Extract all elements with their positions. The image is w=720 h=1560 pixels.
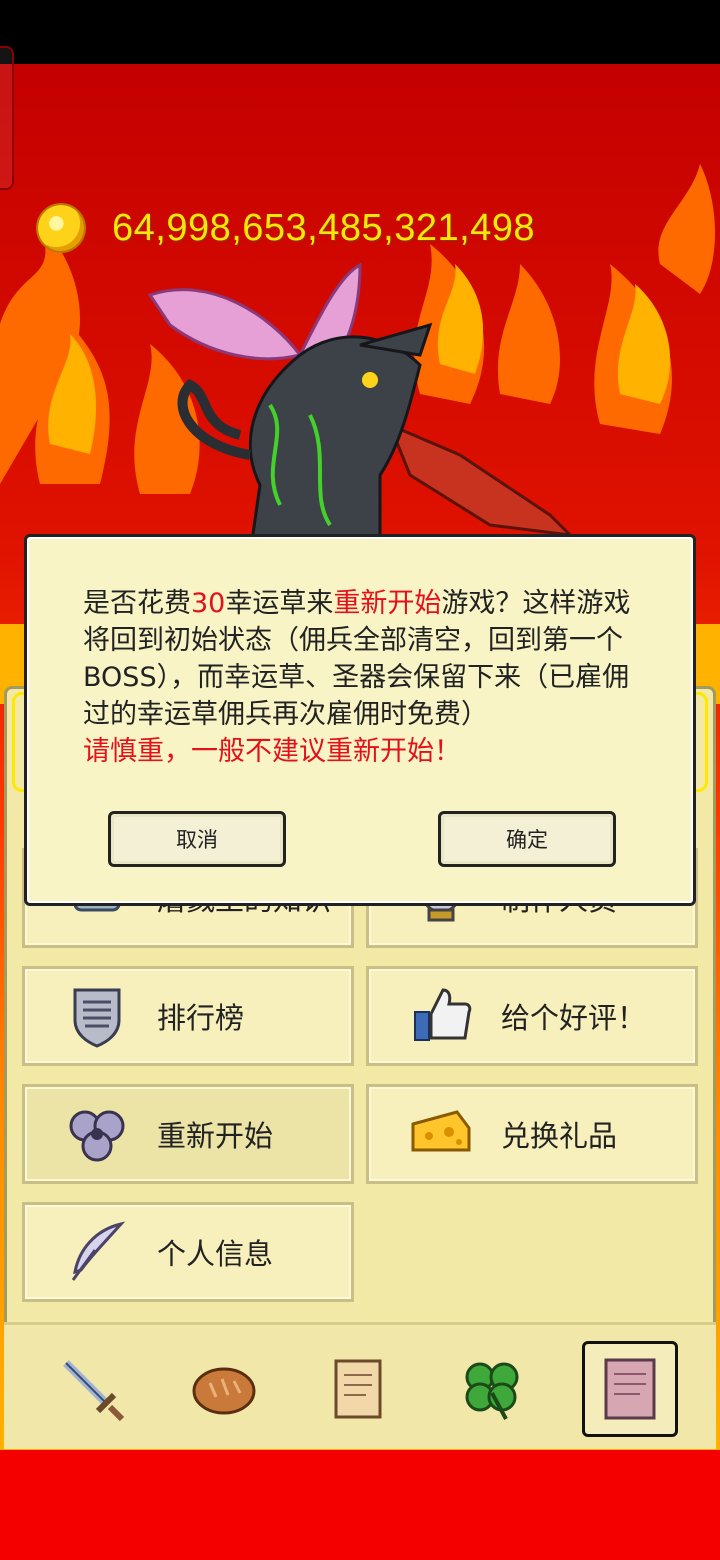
restart-confirm-dialog: 是否花费30幸运草来重新开始游戏？这样游戏将回到初始状态（佣兵全部清空，回到第一…: [24, 534, 696, 906]
triskele-icon: [69, 1110, 125, 1162]
tab-clover[interactable]: [444, 1341, 540, 1437]
menu-item-restart[interactable]: 重新开始: [22, 1084, 354, 1184]
feather-icon: [71, 1221, 126, 1281]
menu-item-profile[interactable]: 个人信息: [22, 1202, 354, 1302]
message-cost: 30: [191, 588, 226, 619]
dialog-message: 是否花费30幸运草来重新开始游戏？这样游戏将回到初始状态（佣兵全部清空，回到第一…: [83, 585, 653, 770]
tab-scroll[interactable]: [310, 1341, 406, 1437]
scroll-icon: [334, 1359, 382, 1419]
tab-bread[interactable]: [176, 1341, 272, 1437]
thumbs-up-icon: [414, 988, 472, 1041]
confirm-button[interactable]: 确定: [438, 811, 616, 867]
menu-item-label: 重新开始: [157, 1119, 274, 1153]
message-action: 重新开始: [333, 588, 442, 619]
side-drawer-handle[interactable]: [0, 46, 14, 190]
clover-icon: [465, 1362, 519, 1420]
gold-coin-icon: [38, 205, 84, 251]
menu-item-label: 个人信息: [157, 1237, 274, 1271]
menu-item-redeem-gift[interactable]: 兑换礼品: [366, 1084, 698, 1184]
bread-icon: [192, 1367, 256, 1415]
dialog-warning: 请慎重，一般不建议重新开始！: [83, 736, 461, 767]
bottom-red-band: [0, 1450, 720, 1560]
shield-icon: [73, 988, 121, 1048]
sword-icon: [63, 1360, 125, 1422]
menu-item-leaderboard[interactable]: 排行榜: [22, 966, 354, 1066]
menu-item-label: 排行榜: [157, 1001, 245, 1035]
menu-item-label: 兑换礼品: [501, 1119, 618, 1153]
cancel-button[interactable]: 取消: [108, 811, 286, 867]
message-text: 是否花费: [83, 588, 191, 619]
bottom-tab-bar: [4, 1322, 716, 1449]
menu-item-rate-us[interactable]: 给个好评！: [366, 966, 698, 1066]
status-bar: [0, 0, 720, 64]
tab-sword[interactable]: [44, 1341, 140, 1437]
book-icon: [604, 1358, 656, 1420]
message-text: 幸运草来: [225, 588, 334, 619]
tab-book[interactable]: [582, 1341, 678, 1437]
cheese-icon: [411, 1110, 471, 1152]
coin-counter: 64,998,653,485,321,498: [38, 202, 535, 254]
coin-amount: 64,998,653,485,321,498: [112, 206, 536, 249]
boss-monster-sprite[interactable]: [130, 255, 590, 555]
menu-item-label: 给个好评！: [501, 1001, 647, 1035]
